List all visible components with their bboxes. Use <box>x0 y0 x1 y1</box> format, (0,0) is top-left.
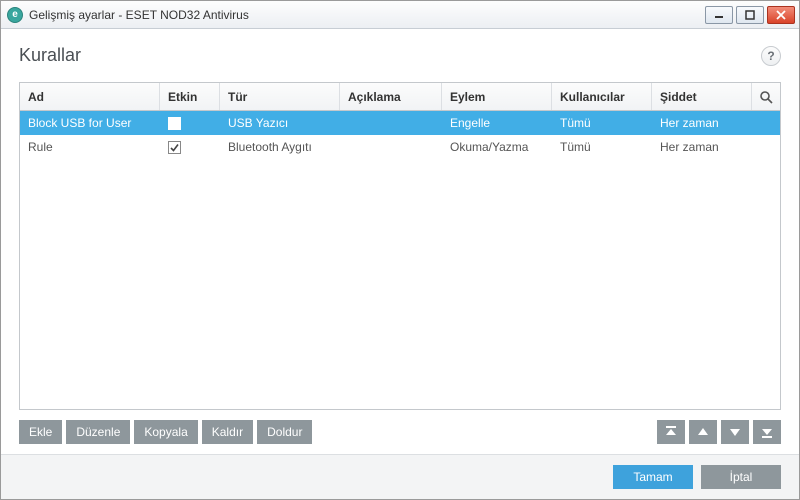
table-header: Ad Etkin Tür Açıklama Eylem Kullanıcılar… <box>20 83 780 111</box>
cell-etkin[interactable] <box>160 111 220 135</box>
actions-row: Ekle Düzenle Kopyala Kaldır Doldur <box>19 420 781 444</box>
minimize-button[interactable] <box>705 6 733 24</box>
cell-tur: USB Yazıcı <box>220 111 340 135</box>
add-button[interactable]: Ekle <box>19 420 62 444</box>
col-header-ad[interactable]: Ad <box>20 83 160 110</box>
cell-aciklama <box>340 111 442 135</box>
col-header-etkin[interactable]: Etkin <box>160 83 220 110</box>
col-header-aciklama[interactable]: Açıklama <box>340 83 442 110</box>
titlebar: e Gelişmiş ayarlar - ESET NOD32 Antiviru… <box>1 1 799 29</box>
col-header-eylem[interactable]: Eylem <box>442 83 552 110</box>
cell-siddet: Her zaman <box>652 111 752 135</box>
cell-tur: Bluetooth Aygıtı <box>220 135 340 159</box>
page-title: Kurallar <box>19 45 761 66</box>
table-body: Block USB for User USB Yazıcı EngelleTümüH… <box>20 111 780 409</box>
content: Kurallar ? Ad Etkin Tür Açıklama Eylem K… <box>1 29 799 454</box>
remove-button[interactable]: Kaldır <box>202 420 253 444</box>
cell-eylem: Okuma/Yazma <box>442 135 552 159</box>
move-up-icon <box>697 426 709 438</box>
edit-button[interactable]: Düzenle <box>66 420 130 444</box>
footer: Tamam İptal <box>1 454 799 499</box>
copy-button[interactable]: Kopyala <box>134 420 197 444</box>
fill-button[interactable]: Doldur <box>257 420 312 444</box>
col-header-kullanicilar[interactable]: Kullanıcılar <box>552 83 652 110</box>
search-icon <box>759 90 773 104</box>
app-icon: e <box>7 7 23 23</box>
col-header-siddet[interactable]: Şiddet <box>652 83 752 110</box>
move-top-button[interactable] <box>657 420 685 444</box>
move-down-icon <box>729 426 741 438</box>
move-down-button[interactable] <box>721 420 749 444</box>
help-icon: ? <box>767 49 774 63</box>
move-bottom-icon <box>761 426 773 438</box>
cell-aciklama <box>340 135 442 159</box>
checkbox-icon <box>168 141 181 154</box>
cancel-button[interactable]: İptal <box>701 465 781 489</box>
cell-spacer <box>752 111 780 135</box>
table-row[interactable]: Rule Bluetooth Aygıtı Okuma/YazmaTümüHer z… <box>20 135 780 159</box>
close-button[interactable] <box>767 6 795 24</box>
move-bottom-button[interactable] <box>753 420 781 444</box>
search-button[interactable] <box>752 83 780 110</box>
window: e Gelişmiş ayarlar - ESET NOD32 Antiviru… <box>0 0 800 500</box>
rules-table: Ad Etkin Tür Açıklama Eylem Kullanıcılar… <box>19 82 781 410</box>
col-header-tur[interactable]: Tür <box>220 83 340 110</box>
cell-spacer <box>752 135 780 159</box>
maximize-button[interactable] <box>736 6 764 24</box>
cell-etkin[interactable] <box>160 135 220 159</box>
cell-ad: Rule <box>20 135 160 159</box>
cell-kullanicilar: Tümü <box>552 135 652 159</box>
cell-kullanicilar: Tümü <box>552 111 652 135</box>
heading-row: Kurallar ? <box>19 45 781 66</box>
cell-ad: Block USB for User <box>20 111 160 135</box>
move-up-button[interactable] <box>689 420 717 444</box>
cell-eylem: Engelle <box>442 111 552 135</box>
help-button[interactable]: ? <box>761 46 781 66</box>
table-row[interactable]: Block USB for User USB Yazıcı EngelleTümüH… <box>20 111 780 135</box>
checkbox-icon <box>168 117 181 130</box>
window-controls <box>705 6 797 24</box>
move-top-icon <box>665 426 677 438</box>
window-title: Gelişmiş ayarlar - ESET NOD32 Antivirus <box>29 8 249 22</box>
cell-siddet: Her zaman <box>652 135 752 159</box>
ok-button[interactable]: Tamam <box>613 465 693 489</box>
